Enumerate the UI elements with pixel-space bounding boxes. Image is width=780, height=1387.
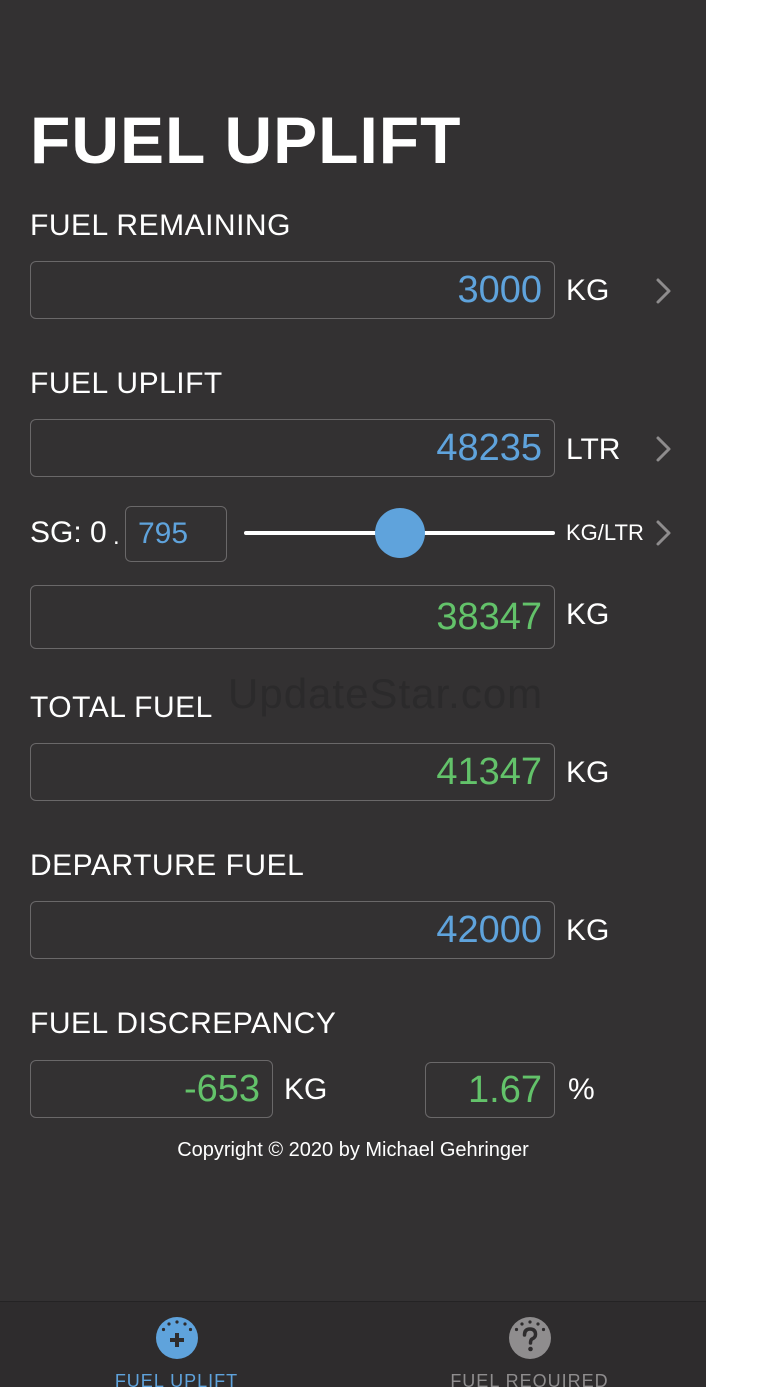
fuel-uplift-label: FUEL UPLIFT bbox=[30, 367, 223, 400]
sg-decimal-point: . bbox=[113, 523, 120, 550]
fuel-uplift-input[interactable]: 48235 bbox=[30, 419, 555, 477]
chevron-right-icon[interactable] bbox=[653, 434, 675, 464]
discrepancy-kg-output: -653 bbox=[30, 1060, 273, 1118]
discrepancy-kg-unit: KG bbox=[284, 1073, 328, 1106]
page-title: FUEL UPLIFT bbox=[30, 103, 462, 177]
tab-fuel-required[interactable]: FUEL REQUIRED bbox=[353, 1302, 706, 1387]
question-gauge-icon[interactable] bbox=[508, 1316, 552, 1360]
uplift-mass-output: 38347 bbox=[30, 585, 555, 649]
tab-label[interactable]: FUEL REQUIRED bbox=[353, 1368, 706, 1387]
departure-fuel-label: DEPARTURE FUEL bbox=[30, 849, 305, 882]
uplift-mass-unit: KG bbox=[566, 598, 610, 631]
sg-input[interactable]: 795 bbox=[125, 506, 227, 562]
fuel-remaining-input[interactable]: 3000 bbox=[30, 261, 555, 319]
fuel-remaining-unit[interactable]: KG bbox=[566, 273, 609, 309]
fuel-discrepancy-label: FUEL DISCREPANCY bbox=[30, 1007, 337, 1040]
fuel-uplift-unit[interactable]: LTR bbox=[566, 432, 620, 468]
chevron-right-icon[interactable] bbox=[653, 276, 675, 306]
total-fuel-label: TOTAL FUEL bbox=[30, 691, 213, 724]
chevron-right-icon[interactable] bbox=[653, 518, 675, 548]
copyright-text: Copyright © 2020 by Michael Gehringer bbox=[177, 1139, 529, 1161]
sg-unit[interactable]: KG/LTR bbox=[566, 518, 644, 548]
slider-thumb[interactable] bbox=[374, 508, 425, 558]
total-fuel-unit: KG bbox=[566, 756, 610, 789]
watermark: UpdateStar.com bbox=[228, 670, 544, 717]
tab-label[interactable]: FUEL UPLIFT bbox=[0, 1368, 353, 1387]
total-fuel-output: 41347 bbox=[30, 743, 555, 801]
departure-fuel-unit: KG bbox=[566, 914, 610, 947]
discrepancy-percent-output: 1.67 bbox=[425, 1062, 555, 1118]
departure-fuel-input[interactable]: 42000 bbox=[30, 901, 555, 959]
fuel-remaining-label: FUEL REMAINING bbox=[30, 209, 291, 242]
discrepancy-percent-unit: % bbox=[568, 1073, 595, 1106]
tab-fuel-uplift[interactable]: FUEL UPLIFT bbox=[0, 1302, 353, 1387]
plus-gauge-icon[interactable] bbox=[155, 1316, 199, 1360]
sg-slider[interactable] bbox=[244, 506, 555, 562]
app-screen: UpdateStar.com FUEL UPLIFT FUEL REMAININ… bbox=[0, 0, 706, 1387]
sg-label: SG: 0 bbox=[30, 516, 107, 549]
tab-bar: FUEL UPLIFT FUEL REQUIRED bbox=[0, 1301, 706, 1387]
